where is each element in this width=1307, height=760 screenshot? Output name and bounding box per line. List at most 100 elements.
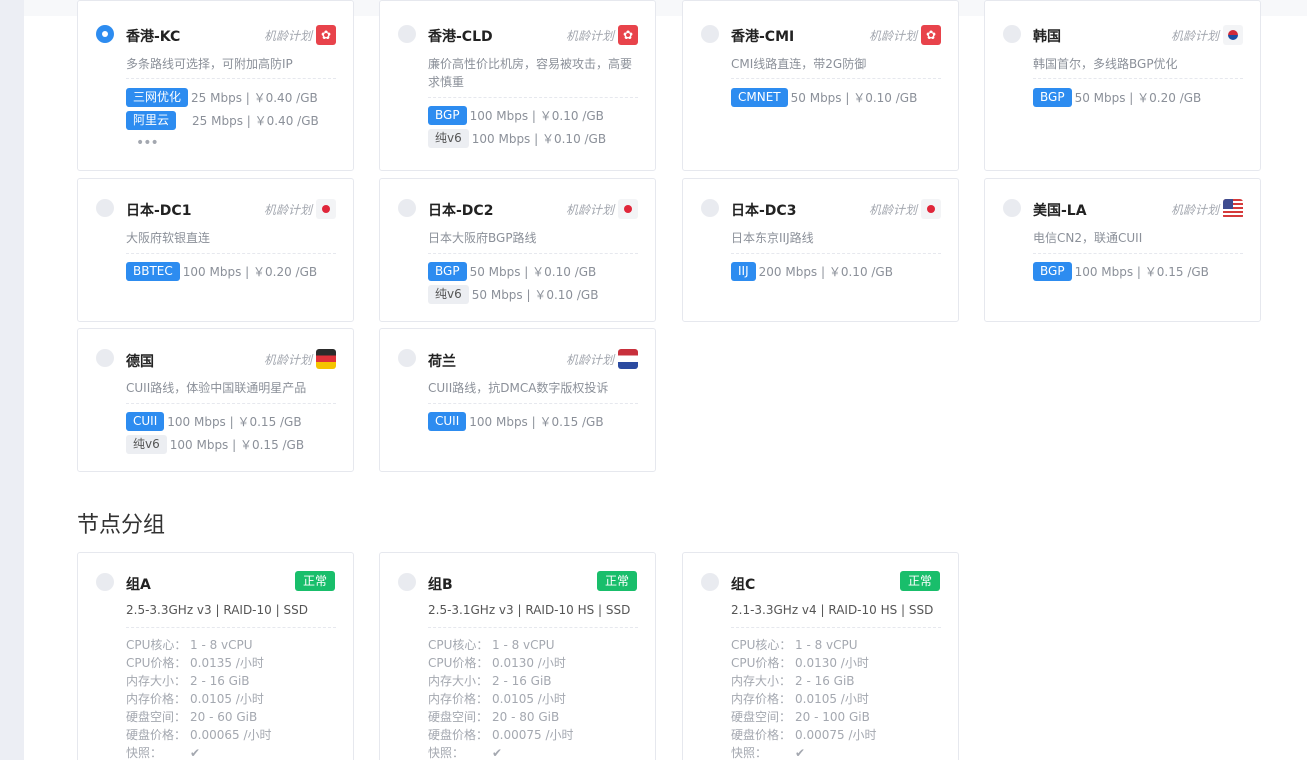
region-radio[interactable] (398, 349, 416, 367)
spec-row: 硬盘空间： 20 - 80 GiB (428, 710, 560, 724)
check-icon: ✔ (190, 746, 201, 760)
route-tag: IIJ (731, 261, 756, 281)
region-radio[interactable] (96, 199, 114, 217)
region-radio[interactable] (1003, 25, 1021, 43)
divider (428, 627, 638, 628)
route-row: BGP 100 Mbps | ￥0.10 /GB (428, 105, 604, 125)
route-tag: 纯v6 (126, 434, 167, 454)
group-name: 组B (428, 577, 453, 593)
route-row: CUII 100 Mbps | ￥0.15 /GB (428, 411, 604, 431)
region-card-kr[interactable]: 韩国 机龄计划 韩国首尔，多线路BGP优化 BGP 50 Mbps | ￥0.20… (984, 0, 1261, 171)
divider (731, 78, 941, 79)
region-name: 香港-KC (126, 29, 181, 45)
plan-label: 机龄计划 (1171, 203, 1220, 217)
region-radio[interactable] (1003, 199, 1021, 217)
group-radio[interactable] (701, 573, 719, 591)
region-name: 韩国 (1033, 29, 1061, 45)
region-card-nl[interactable]: 荷兰 机龄计划 CUII路线，抗DMCA数字版权投诉 CUII 100 Mbps … (379, 328, 656, 472)
spec-row: 硬盘价格： 0.00075 /小时 (731, 728, 877, 742)
region-radio[interactable] (398, 199, 416, 217)
region-card-us-la[interactable]: 美国-LA 机龄计划 电信CN2，联通CUII BGP 100 Mbps | ￥0… (984, 178, 1261, 322)
kr-flag-icon (1223, 25, 1243, 45)
spec-row: 内存价格： 0.0105 /小时 (126, 692, 264, 706)
jp-flag-icon (316, 199, 336, 219)
region-card-hk-cld[interactable]: 香港-CLD 机龄计划 ✿ 廉价高性价比机房，容易被攻击，高要求慎重 BGP 10… (379, 0, 656, 171)
region-desc: CMI线路直连，带2G防御 (731, 57, 867, 71)
divider (126, 253, 336, 254)
region-card-jp-dc1[interactable]: 日本-DC1 机龄计划 大阪府软银直连 BBTEC 100 Mbps | ￥0.2… (77, 178, 354, 322)
region-card-jp-dc2[interactable]: 日本-DC2 机龄计划 日本大阪府BGP路线 BGP 50 Mbps | ￥0.1… (379, 178, 656, 322)
us-flag-icon (1223, 199, 1243, 219)
route-row: BGP 100 Mbps | ￥0.15 /GB (1033, 261, 1209, 281)
divider (428, 97, 638, 98)
route-price: 50 Mbps | ￥0.10 /GB (471, 287, 599, 302)
route-price: 50 Mbps | ￥0.10 /GB (790, 90, 918, 105)
region-desc: 大阪府软银直连 (126, 231, 211, 245)
region-name: 日本-DC3 (731, 203, 797, 219)
region-radio[interactable] (96, 349, 114, 367)
region-radio[interactable] (96, 25, 114, 43)
route-price: 50 Mbps | ￥0.10 /GB (469, 264, 597, 279)
spec-row: 硬盘价格： 0.00065 /小时 (126, 728, 272, 742)
status-badge: 正常 (294, 571, 335, 591)
region-desc: CUII路线，抗DMCA数字版权投诉 (428, 381, 609, 395)
spec-row: CPU价格： 0.0130 /小时 (428, 656, 566, 670)
route-price: 200 Mbps | ￥0.10 /GB (758, 264, 893, 279)
spec-row: CPU核心： 1 - 8 vCPU (126, 638, 253, 652)
group-radio[interactable] (398, 573, 416, 591)
region-radio[interactable] (398, 25, 416, 43)
de-flag-icon (316, 349, 336, 369)
route-tag: 三网优化 (126, 87, 189, 107)
route-row: BGP 50 Mbps | ￥0.20 /GB (1033, 87, 1201, 107)
route-tag: CMNET (731, 87, 788, 107)
region-desc: 日本东京IIJ路线 (731, 231, 814, 245)
spec-row: CPU价格： 0.0130 /小时 (731, 656, 869, 670)
spec-row: 快照： ✔ (428, 746, 503, 760)
group-card-b[interactable]: 组B 正常 2.5-3.1GHz v3 | RAID-10 HS | SSD C… (379, 552, 656, 760)
route-row: CMNET 50 Mbps | ￥0.10 /GB (731, 87, 917, 107)
divider (126, 403, 336, 404)
divider (731, 627, 941, 628)
route-row: CUII 100 Mbps | ￥0.15 /GB (126, 411, 302, 431)
left-sidebar-strip (0, 0, 24, 760)
plan-label: 机龄计划 (869, 29, 918, 43)
group-card-c[interactable]: 组C 正常 2.1-3.3GHz v4 | RAID-10 HS | SSD C… (682, 552, 959, 760)
spec-row: 硬盘价格： 0.00075 /小时 (428, 728, 574, 742)
group-radio[interactable] (96, 573, 114, 591)
route-price: 100 Mbps | ￥0.15 /GB (167, 414, 302, 429)
route-price: 100 Mbps | ￥0.10 /GB (471, 131, 607, 146)
region-name: 日本-DC1 (126, 203, 192, 219)
region-card-de[interactable]: 德国 机龄计划 CUII路线，体验中国联通明星产品 CUII 100 Mbps |… (77, 328, 354, 472)
spec-row: CPU价格： 0.0135 /小时 (126, 656, 264, 670)
region-card-jp-dc3[interactable]: 日本-DC3 机龄计划 日本东京IIJ路线 IIJ 200 Mbps | ￥0.1… (682, 178, 959, 322)
plan-label: 机龄计划 (869, 203, 918, 217)
status-badge: 正常 (596, 571, 637, 591)
region-radio[interactable] (701, 199, 719, 217)
group-name: 组C (731, 577, 756, 593)
plan-label: 机龄计划 (566, 203, 615, 217)
route-row: BBTEC 100 Mbps | ￥0.20 /GB (126, 261, 317, 281)
spec-row: 快照： ✔ (731, 746, 806, 760)
region-desc: 日本大阪府BGP路线 (428, 231, 537, 245)
more-icon[interactable]: ••• (136, 135, 159, 151)
region-name: 日本-DC2 (428, 203, 494, 219)
route-price: 50 Mbps | ￥0.20 /GB (1074, 90, 1202, 105)
region-card-hk-kc[interactable]: 香港-KC 机龄计划 ✿ 多条路线可选择，可附加高防IP 三网优化 25 Mbps… (77, 0, 354, 171)
region-card-hk-cmi[interactable]: 香港-CMI 机龄计划 ✿ CMI线路直连，带2G防御 CMNET 50 Mbps… (682, 0, 959, 171)
route-row: BGP 50 Mbps | ￥0.10 /GB (428, 261, 596, 281)
jp-flag-icon (921, 199, 941, 219)
spec-row: 快照： ✔ (126, 746, 201, 760)
route-row: 三网优化 25 Mbps | ￥0.40 /GB (126, 87, 318, 107)
spec-row: 硬盘空间： 20 - 100 GiB (731, 710, 870, 724)
spec-row: 内存大小： 2 - 16 GiB (731, 674, 855, 688)
plan-label: 机龄计划 (264, 353, 313, 367)
region-desc: 多条路线可选择，可附加高防IP (126, 57, 293, 71)
route-tag: CUII (428, 411, 467, 431)
group-card-a[interactable]: 组A 正常 2.5-3.3GHz v3 | RAID-10 | SSD CPU核… (77, 552, 354, 760)
nl-flag-icon (618, 349, 638, 369)
route-row: 纯v6 100 Mbps | ￥0.15 /GB (126, 434, 304, 454)
route-price: 25 Mbps | ￥0.40 /GB (192, 113, 319, 128)
region-desc: 廉价高性价比机房，容易被攻击，高要求慎重 (428, 57, 633, 89)
spec-row: CPU核心： 1 - 8 vCPU (428, 638, 555, 652)
region-radio[interactable] (701, 25, 719, 43)
